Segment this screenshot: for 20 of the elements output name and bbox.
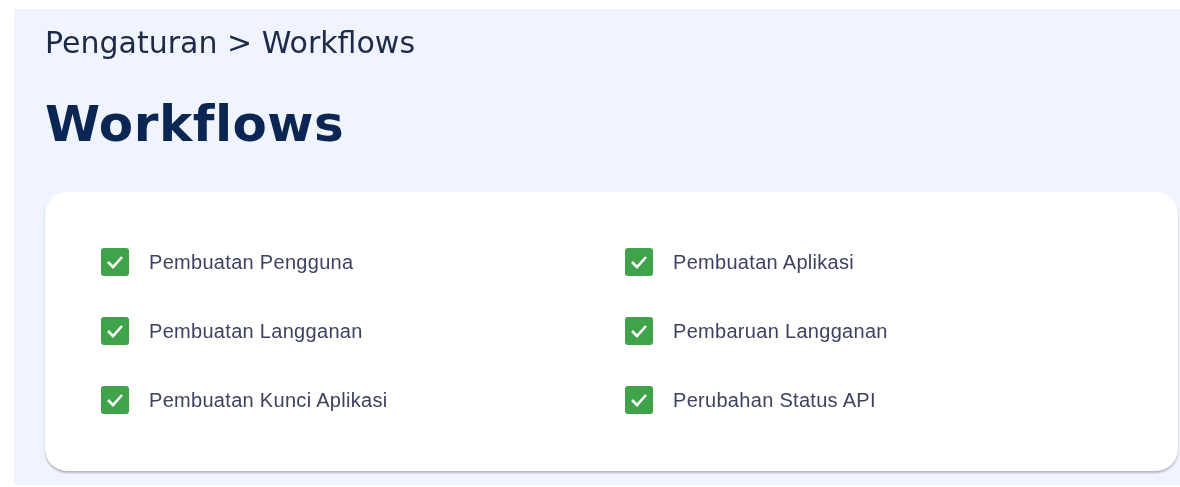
checkbox[interactable] — [625, 248, 653, 276]
checkbox[interactable] — [101, 386, 129, 414]
checkbox-label: Pembuatan Pengguna — [149, 250, 354, 274]
breadcrumb: Pengaturan > Workflows — [45, 24, 417, 62]
checkbox-label: Pembuatan Aplikasi — [673, 250, 855, 274]
checkmark-icon — [106, 255, 124, 269]
checkbox[interactable] — [625, 317, 653, 345]
checkbox-label: Pembuatan Langganan — [149, 319, 363, 343]
checkmark-icon — [630, 393, 648, 407]
checkmark-icon — [106, 324, 124, 338]
checkbox-label: Pembaruan Langganan — [673, 319, 888, 343]
page-title: Workflows — [45, 94, 346, 155]
checkbox-label: Pembuatan Kunci Aplikasi — [149, 388, 388, 412]
checkbox-label: Perubahan Status API — [673, 388, 876, 412]
checkbox[interactable] — [101, 248, 129, 276]
checkbox[interactable] — [101, 317, 129, 345]
checkmark-icon — [106, 393, 124, 407]
checkbox[interactable] — [625, 386, 653, 414]
checkmark-icon — [630, 324, 648, 338]
checkmark-icon — [630, 255, 648, 269]
